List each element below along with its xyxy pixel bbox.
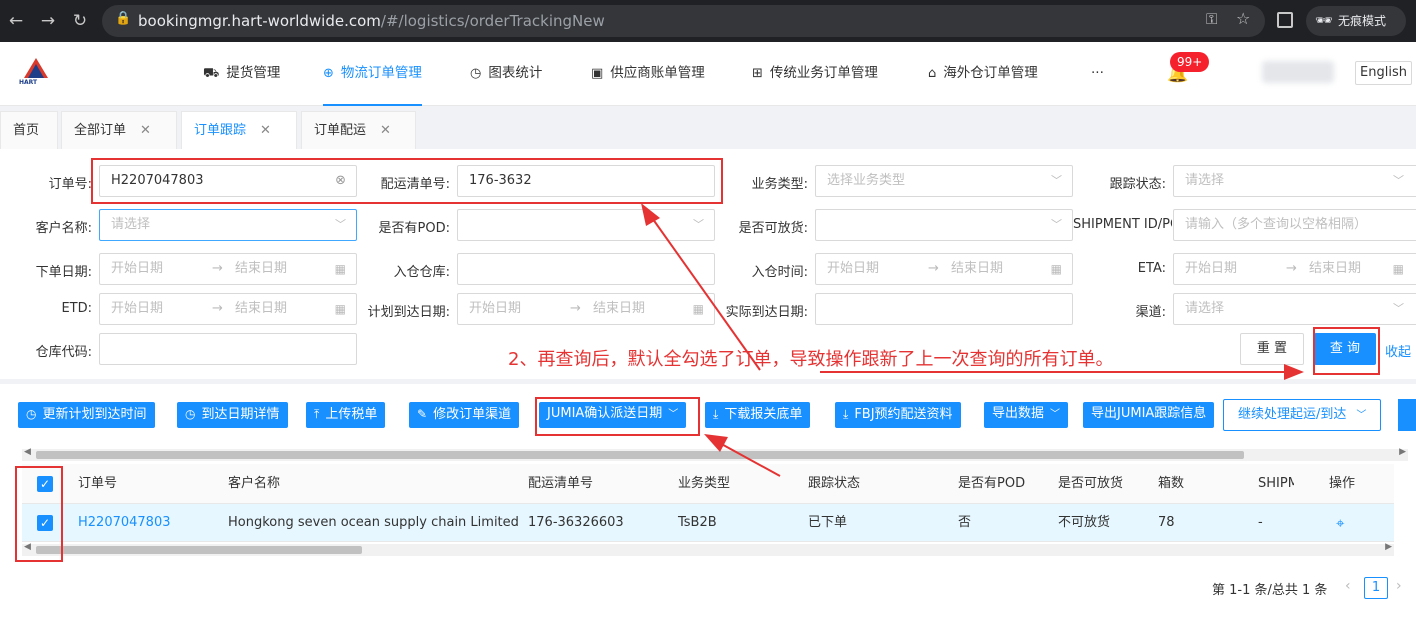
arrow-to-search-fields [649,214,761,371]
annotation-arrows [641,203,1304,477]
arrow-to-jumia-button [715,440,781,477]
